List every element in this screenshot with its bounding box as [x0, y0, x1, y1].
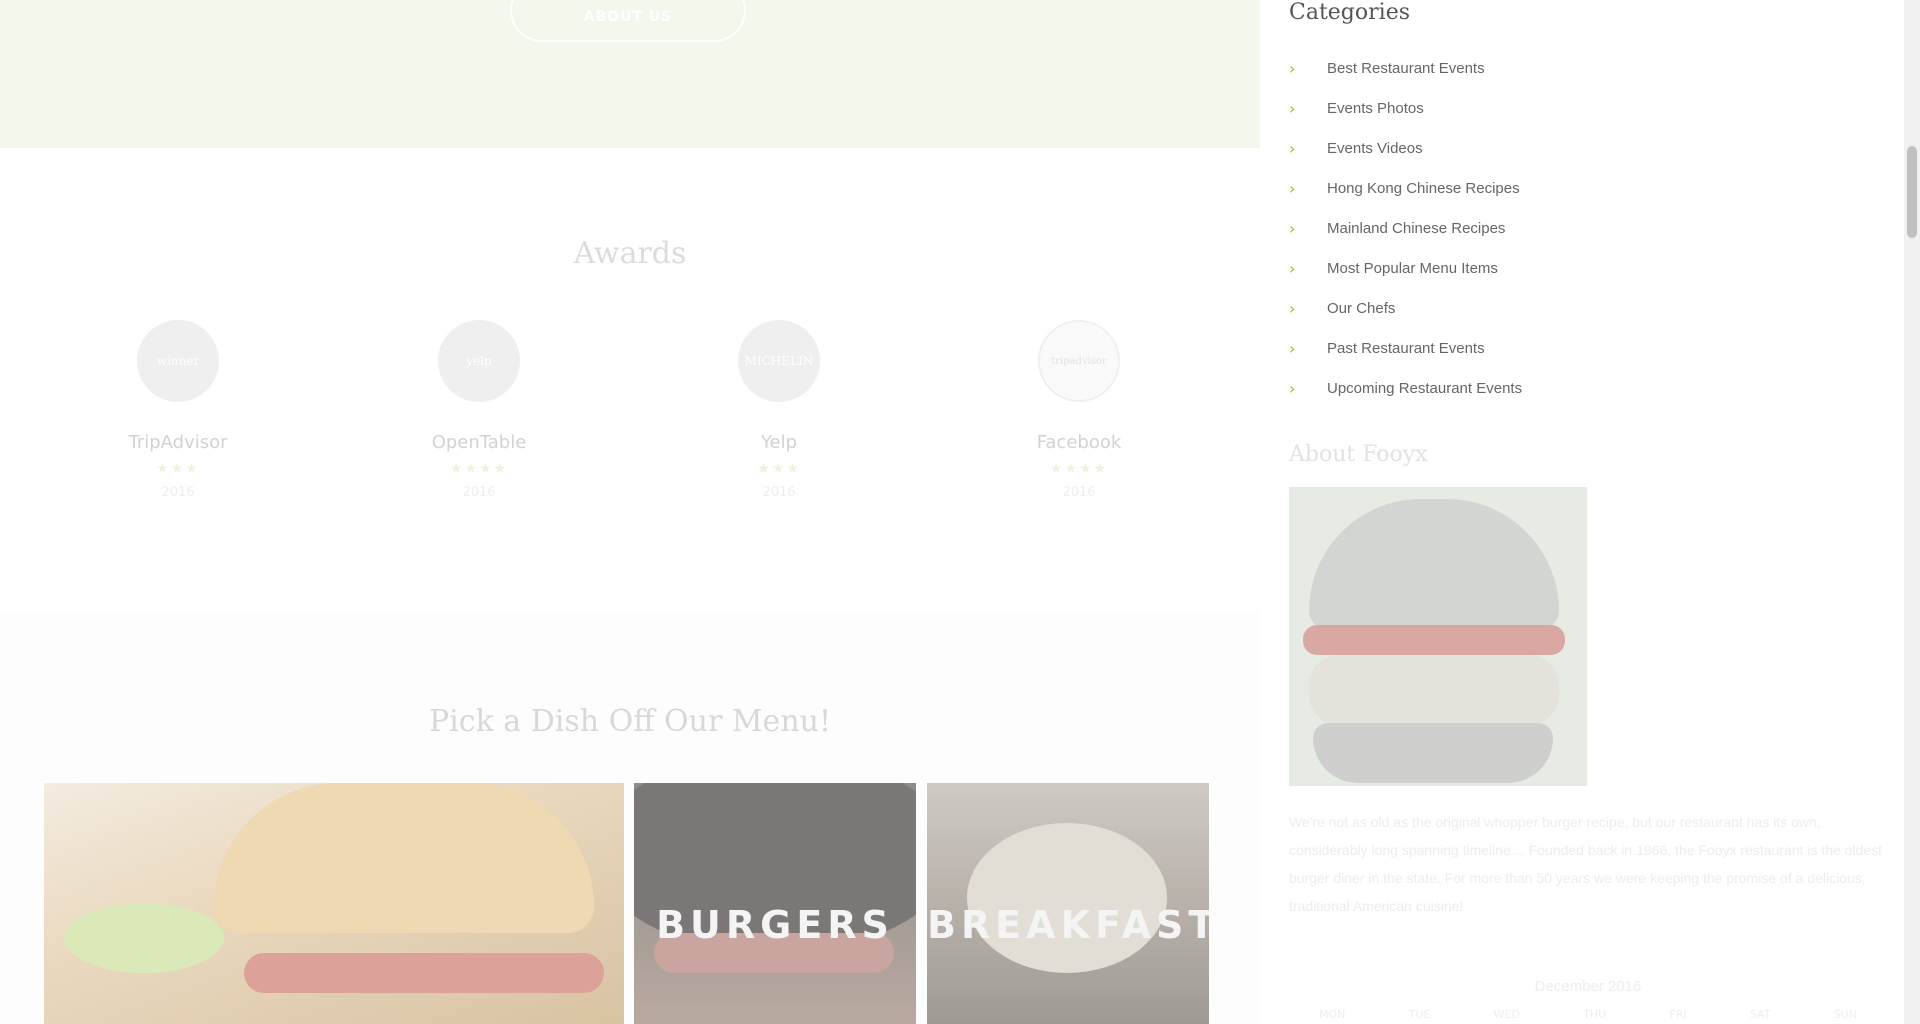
- award-name: Yelp: [760, 432, 798, 453]
- burger-bun-image: [214, 783, 594, 933]
- award-stars: ★★★: [757, 461, 801, 477]
- category-link[interactable]: Events Photos: [1327, 100, 1424, 117]
- award-year: 2016: [161, 485, 195, 500]
- chevron-right-icon: ›: [1289, 298, 1296, 318]
- chevron-right-icon: ›: [1289, 98, 1296, 118]
- category-link[interactable]: Upcoming Restaurant Events: [1327, 380, 1522, 397]
- category-item[interactable]: › Hong Kong Chinese Recipes: [1289, 168, 1522, 208]
- chevron-right-icon: ›: [1289, 138, 1296, 158]
- award-item: tripadvisor Facebook ★★★★ 2016: [989, 320, 1169, 500]
- weekday-label: THU: [1583, 1008, 1607, 1021]
- award-badge: MICHELIN: [738, 320, 820, 402]
- category-item[interactable]: › Most Popular Menu Items: [1289, 248, 1522, 288]
- bottom-bun-shape: [1313, 723, 1553, 783]
- scrollbar-thumb[interactable]: [1907, 146, 1917, 238]
- sidebar: Categories › Best Restaurant Events › Even…: [1260, 0, 1904, 1024]
- award-year: 2016: [762, 485, 796, 500]
- about-us-button[interactable]: ABOUT US: [510, 0, 746, 42]
- award-badge: winner: [137, 320, 219, 402]
- award-item: yelp OpenTable ★★★★ 2016: [389, 320, 569, 500]
- category-item[interactable]: › Events Photos: [1289, 88, 1522, 128]
- award-name: Facebook: [1036, 432, 1122, 453]
- weekday-label: SAT: [1749, 1008, 1771, 1021]
- menu-tile-breakfast[interactable]: BREAKFAST: [927, 783, 1209, 1024]
- award-badge: yelp: [438, 320, 520, 402]
- award-stars: ★★★★: [449, 461, 509, 477]
- award-year: 2016: [462, 485, 496, 500]
- categories-list: › Best Restaurant Events › Events Photos ›…: [1289, 48, 1522, 408]
- category-link[interactable]: Most Popular Menu Items: [1327, 260, 1498, 277]
- category-item[interactable]: › Past Restaurant Events: [1289, 328, 1522, 368]
- weekday-label: MON: [1319, 1008, 1346, 1021]
- award-stars: ★★★: [156, 461, 200, 477]
- main-content: ABOUT US Awards winner TripAdvisor ★★★ 2…: [0, 0, 1260, 1024]
- menu-tile-label: BREAKFAST: [927, 903, 1209, 947]
- award-name: OpenTable: [431, 432, 527, 453]
- hero-section: ABOUT US: [0, 0, 1260, 148]
- award-badge: tripadvisor: [1038, 320, 1120, 402]
- category-link[interactable]: Past Restaurant Events: [1327, 340, 1485, 357]
- categories-title: Categories: [1289, 0, 1410, 25]
- patty-shape: [1309, 655, 1559, 725]
- category-item[interactable]: › Our Chefs: [1289, 288, 1522, 328]
- menu-title: Pick a Dish Off Our Menu!: [428, 704, 832, 739]
- award-item: MICHELIN Yelp ★★★ 2016: [689, 320, 869, 500]
- about-text: We're not as old as the original whopper…: [1289, 814, 1883, 914]
- chevron-right-icon: ›: [1289, 338, 1296, 358]
- award-name: TripAdvisor: [128, 432, 228, 453]
- award-stars: ★★★★: [1049, 461, 1109, 477]
- category-link[interactable]: Events Videos: [1327, 140, 1423, 157]
- chevron-right-icon: ›: [1289, 218, 1296, 238]
- tomato-shape: [1303, 625, 1565, 655]
- awards-title: Awards: [573, 236, 687, 271]
- chevron-right-icon: ›: [1289, 178, 1296, 198]
- category-link[interactable]: Best Restaurant Events: [1327, 60, 1485, 77]
- award-year: 2016: [1062, 485, 1096, 500]
- menu-tile-label: BURGERS: [656, 903, 894, 947]
- weekday-label: FRI: [1669, 1008, 1687, 1021]
- about-burger-image: [1289, 487, 1587, 786]
- about-title: About Fooyx: [1289, 442, 1428, 467]
- category-item[interactable]: › Upcoming Restaurant Events: [1289, 368, 1522, 408]
- menu-tile-burgers[interactable]: BURGERS: [634, 783, 916, 1024]
- bun-shape: [1309, 499, 1559, 629]
- chevron-right-icon: ›: [1289, 258, 1296, 278]
- category-item[interactable]: › Mainland Chinese Recipes: [1289, 208, 1522, 248]
- menu-tile-featured[interactable]: [44, 783, 624, 1024]
- category-link[interactable]: Hong Kong Chinese Recipes: [1327, 180, 1520, 197]
- calendar-title: December 2016: [1534, 978, 1642, 995]
- category-item[interactable]: › Best Restaurant Events: [1289, 48, 1522, 88]
- bowl-image: [967, 823, 1167, 973]
- lettuce-image: [64, 903, 224, 973]
- tomato-image: [244, 953, 604, 993]
- weekday-label: SUN: [1833, 1008, 1857, 1021]
- calendar-weekdays: MON TUE WED THU FRI SAT SUN: [1289, 1008, 1887, 1021]
- category-link[interactable]: Mainland Chinese Recipes: [1327, 220, 1505, 237]
- weekday-label: WED: [1493, 1008, 1520, 1021]
- award-item: winner TripAdvisor ★★★ 2016: [88, 320, 268, 500]
- category-link[interactable]: Our Chefs: [1327, 300, 1395, 317]
- chevron-right-icon: ›: [1289, 58, 1296, 78]
- category-item[interactable]: › Events Videos: [1289, 128, 1522, 168]
- chevron-right-icon: ›: [1289, 378, 1296, 398]
- weekday-label: TUE: [1408, 1008, 1431, 1021]
